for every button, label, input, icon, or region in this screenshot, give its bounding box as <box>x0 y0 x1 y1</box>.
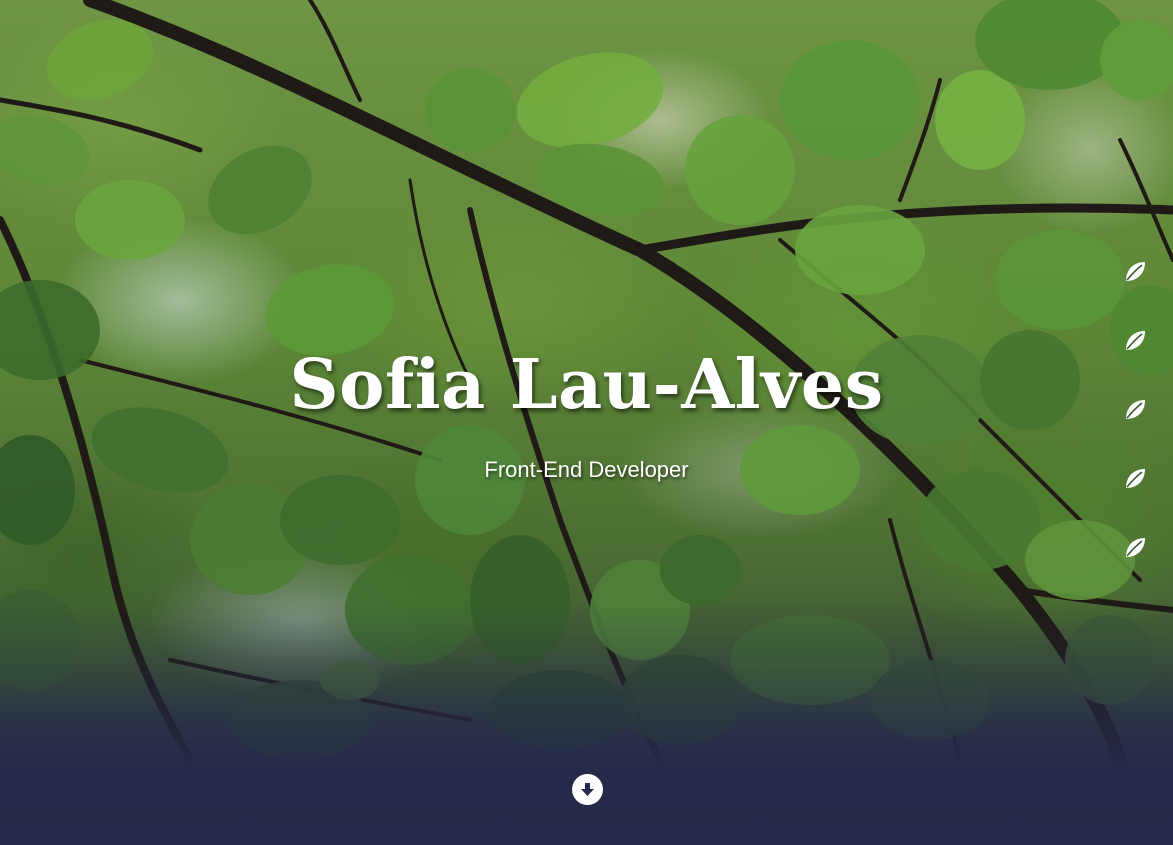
leaf-icon <box>1126 331 1145 350</box>
leaf-icon <box>1126 262 1145 281</box>
hero-role-subtitle: Front-End Developer <box>484 457 689 482</box>
bottom-fade-overlay <box>0 605 1173 845</box>
section-side-nav <box>1121 258 1149 562</box>
side-nav-item-5[interactable] <box>1121 534 1149 562</box>
arrow-down-circle-icon <box>581 783 594 796</box>
leaf-icon <box>1126 538 1145 557</box>
side-nav-item-1[interactable] <box>1121 258 1149 286</box>
side-nav-item-4[interactable] <box>1121 465 1149 493</box>
hero-section: Sofia Lau-Alves Front-End Developer <box>0 0 1173 845</box>
leaf-icon <box>1126 469 1145 488</box>
side-nav-item-2[interactable] <box>1121 327 1149 355</box>
side-nav-item-3[interactable] <box>1121 396 1149 424</box>
scroll-down-button[interactable] <box>572 774 603 805</box>
leaf-icon <box>1126 400 1145 419</box>
hero-name-heading: Sofia Lau-Alves <box>289 345 884 425</box>
